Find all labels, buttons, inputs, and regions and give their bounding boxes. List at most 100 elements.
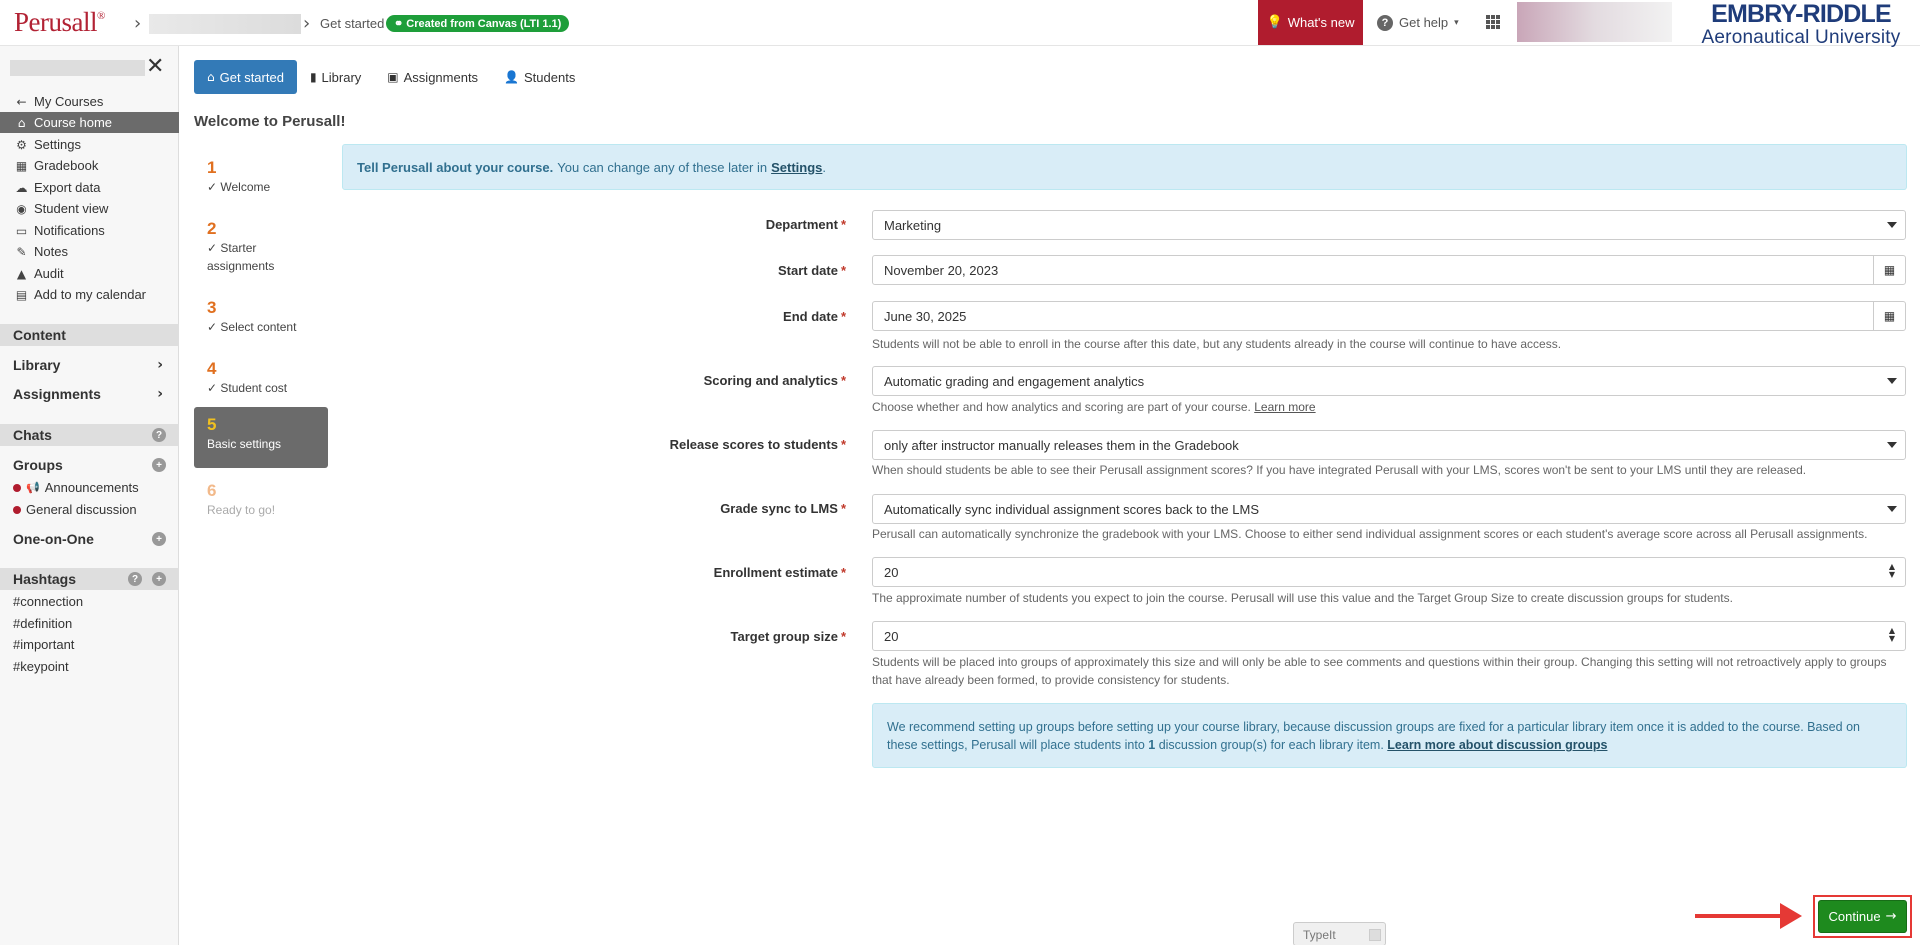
discussion-groups-link[interactable]: Learn more about discussion groups (1387, 738, 1607, 752)
group-size-label: Target group size * (730, 629, 846, 644)
step-starter-assignments[interactable]: 2 ✓ Starter assignments (194, 211, 328, 283)
typeit-toggle-icon[interactable] (1369, 929, 1381, 941)
annotation-arrowhead-icon (1780, 903, 1802, 929)
sidebar-item-settings[interactable]: ⚙ Settings (0, 134, 179, 155)
sidebar-item-student-view[interactable]: ◉ Student view (0, 198, 179, 219)
perusall-logo[interactable]: Perusall® (14, 7, 105, 38)
settings-link[interactable]: Settings (771, 160, 822, 175)
release-help: When should students be able to see thei… (872, 463, 1807, 477)
page-title: Welcome to Perusall! (194, 113, 346, 130)
hashtag-item[interactable]: #definition (13, 616, 72, 631)
step-select-content[interactable]: 3 ✓ Select content (194, 290, 328, 344)
end-date-field[interactable]: June 30, 2025 ▦ (872, 301, 1906, 331)
arrow-left-icon: ← (16, 94, 27, 109)
hashtags-section-header: Hashtags? + (0, 568, 179, 590)
user-icon: 👤 (504, 70, 520, 84)
hashtag-item[interactable]: #keypoint (13, 659, 69, 674)
help-icon: ? (1377, 14, 1393, 31)
sidebar-item-export-data[interactable]: ☁ Export data (0, 177, 179, 198)
apps-grid-icon[interactable] (1486, 15, 1500, 29)
get-help-button[interactable]: ? Get help ▾ (1377, 0, 1459, 45)
whats-new-button[interactable]: 💡 What's new (1258, 0, 1363, 45)
breadcrumb-chevron-icon: › (303, 13, 311, 34)
pencil-icon: ✎ (16, 244, 27, 259)
tab-library[interactable]: ▮ Library (297, 60, 374, 94)
sidebar-item-gradebook[interactable]: ▦ Gradebook (0, 155, 179, 176)
groups-recommendation: We recommend setting up groups before se… (872, 703, 1907, 768)
step-student-cost[interactable]: 4 ✓ Student cost (194, 351, 328, 405)
start-date-field[interactable]: November 20, 2023 ▦ (872, 255, 1906, 285)
release-scores-select[interactable]: only after instructor manually releases … (872, 430, 1906, 460)
end-date-label: End date * (783, 309, 846, 324)
hashtag-item[interactable]: #connection (13, 594, 83, 609)
channel-announcements[interactable]: 📢 Announcements (0, 478, 179, 497)
course-name (10, 60, 145, 76)
tab-students[interactable]: 👤 Students (491, 60, 588, 94)
channel-general-discussion[interactable]: General discussion (0, 500, 179, 519)
calendar-icon[interactable]: ▦ (1873, 302, 1905, 330)
chats-section-header: Chats? (0, 424, 179, 446)
breadcrumb-course-name[interactable] (149, 14, 301, 34)
user-menu[interactable] (1517, 2, 1672, 42)
lti-badge: ⚭ Created from Canvas (LTI 1.1) (386, 15, 570, 32)
step-basic-settings[interactable]: 5 Basic settings (194, 407, 328, 468)
group-size-input[interactable]: 20 ▲ ▼ (872, 621, 1906, 651)
step-welcome[interactable]: 1 ✓ Welcome (194, 150, 328, 204)
enrollment-label: Enrollment estimate * (713, 565, 846, 580)
sidebar-item-assignments[interactable]: Assignments › (0, 381, 179, 407)
add-chat-icon[interactable]: + (152, 532, 166, 546)
breadcrumb-chevron-icon: › (134, 13, 142, 34)
info-banner: Tell Perusall about your course. You can… (342, 144, 1907, 190)
close-icon[interactable]: ✕ (146, 54, 164, 79)
sidebar-item-audit[interactable]: ▲ Audit (0, 263, 179, 284)
sidebar-item-library[interactable]: Library › (0, 352, 179, 378)
sidebar-item-my-courses[interactable]: ← My Courses (0, 91, 179, 112)
add-group-icon[interactable]: + (152, 458, 166, 472)
help-icon[interactable]: ? (128, 572, 142, 586)
department-select[interactable]: Marketing (872, 210, 1906, 240)
eye-icon: ◉ (16, 201, 27, 216)
add-hashtag-icon[interactable]: + (152, 572, 166, 586)
sidebar: ✕ ← My Courses ⌂ Course home ⚙ Settings ▦ Gr… (0, 46, 179, 945)
stepper-icon[interactable]: ▲ ▼ (1889, 563, 1895, 579)
check-icon: ✓ (207, 180, 221, 194)
calendar-icon[interactable]: ▦ (1873, 256, 1905, 284)
scoring-select[interactable]: Automatic grading and engagement analyti… (872, 366, 1906, 396)
breadcrumb-current: Get started (320, 16, 385, 31)
caret-down-icon: ▾ (1454, 17, 1459, 27)
cloud-download-icon: ☁ (15, 180, 28, 195)
book-icon: ▮ (309, 70, 317, 84)
sidebar-item-add-to-calendar[interactable]: ▤ Add to my calendar (0, 284, 179, 305)
megaphone-icon: 📢 (26, 482, 40, 494)
caret-down-icon (1887, 222, 1897, 228)
release-label: Release scores to students * (669, 437, 846, 452)
stepper-icon[interactable]: ▲ ▼ (1889, 627, 1895, 643)
check-icon: ✓ (207, 241, 221, 255)
sidebar-item-course-home[interactable]: ⌂ Course home (0, 112, 179, 133)
hashtag-item[interactable]: #important (13, 637, 74, 652)
enrollment-input[interactable]: 20 ▲ ▼ (872, 557, 1906, 587)
calendar-check-icon: ▣ (387, 70, 399, 84)
end-date-help: Students will not be able to enroll in t… (872, 337, 1562, 351)
learn-more-link[interactable]: Learn more (1254, 400, 1315, 414)
institution-logo: EMBRY-RIDDLE Aeronautical University (1701, 0, 1901, 48)
content-section-header: Content (0, 324, 179, 346)
unread-dot (13, 483, 21, 492)
arrow-right-icon: → (1885, 909, 1897, 924)
continue-button[interactable]: Continue → (1818, 900, 1907, 933)
check-icon: ✓ (207, 381, 221, 395)
help-icon[interactable]: ? (152, 428, 166, 442)
typeit-widget[interactable]: TypeIt (1293, 922, 1386, 945)
one-on-one-header: One-on-One + (0, 526, 179, 552)
caret-down-icon (1887, 442, 1897, 448)
calendar-icon: ▤ (15, 287, 28, 302)
sidebar-item-notifications[interactable]: ▭ Notifications (0, 220, 179, 241)
tab-assignments[interactable]: ▣ Assignments (374, 60, 491, 94)
warning-icon: ▲ (16, 266, 27, 281)
lightbulb-icon: 💡 (1266, 15, 1283, 30)
tab-get-started[interactable]: ⌂ Get started (194, 60, 297, 94)
grade-sync-label: Grade sync to LMS * (720, 501, 846, 516)
department-label: Department * (765, 217, 846, 232)
sidebar-item-notes[interactable]: ✎ Notes (0, 241, 179, 262)
grade-sync-select[interactable]: Automatically sync individual assignment… (872, 494, 1906, 524)
